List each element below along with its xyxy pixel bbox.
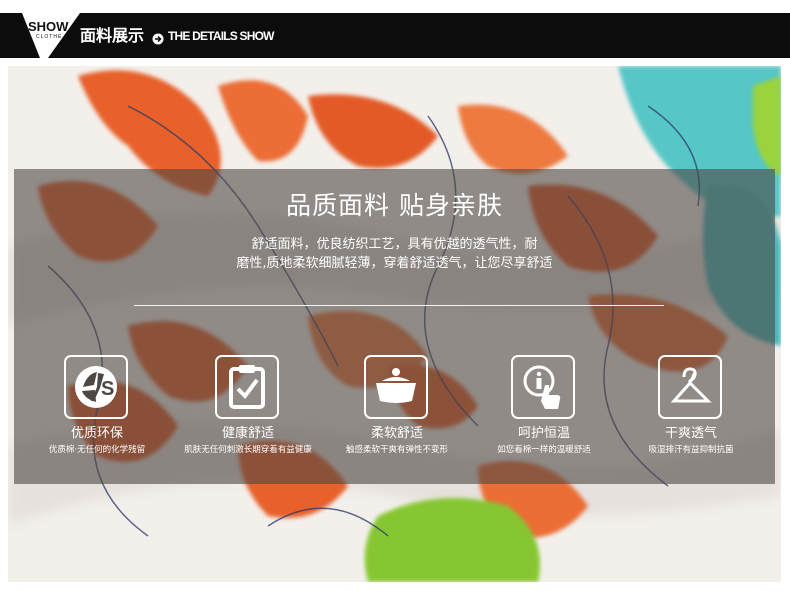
eco-leaf-icon: S xyxy=(64,355,128,419)
feature-eco-subtitle: 优质棉·无任何的化学残留 xyxy=(48,445,146,455)
feature-soft-title: 柔软舒适 xyxy=(370,426,423,441)
hand-info-icon xyxy=(511,355,575,419)
logo-badge: SHOW CLOTHE xyxy=(0,13,80,58)
feature-breathable-title: 干爽透气 xyxy=(664,426,717,441)
feature-breathable-subtitle: 吸湿排汗有益抑制抗菌 xyxy=(648,445,734,455)
panel-headline: 品质面料 贴身亲肤 xyxy=(286,191,503,220)
feature-warm-subtitle: 如您着棉一样的温暖舒适 xyxy=(497,445,591,455)
feature-breathable: 干爽透气 吸湿排汗有益抑制抗菌 xyxy=(621,355,761,465)
panel-description-line-2: 磨性,质地柔软细腻轻薄，穿着舒适透气，让您尽享舒适 xyxy=(236,256,553,271)
feature-health: 健康舒适 肌肤无任何刺激长期穿着有益健康 xyxy=(178,355,318,465)
circle-arrow-icon xyxy=(152,30,164,45)
feature-eco-title: 优质环保 xyxy=(70,426,123,441)
hanger-icon xyxy=(658,355,722,419)
feature-eco: S 优质环保 优质棉·无任何的化学残留 xyxy=(27,355,167,465)
feature-warm-title: 呵护恒温 xyxy=(517,426,570,441)
panel-divider xyxy=(134,305,664,306)
feature-health-title: 健康舒适 xyxy=(221,426,274,441)
clipboard-check-icon xyxy=(215,355,279,419)
panel-description-line-1: 舒适面料，优良纺织工艺，具有优越的透气性，耐 xyxy=(251,237,538,252)
feature-warm: 呵护恒温 如您着棉一样的温暖舒适 xyxy=(474,355,614,465)
header-bar: SHOW CLOTHE 面料展示 THE DETAILS SHOW xyxy=(0,13,790,58)
svg-text:S: S xyxy=(101,378,114,400)
info-panel: 品质面料 贴身亲肤 舒适面料，优良纺织工艺，具有优越的透气性，耐 磨性,质地柔软… xyxy=(14,169,775,484)
feature-soft: 柔软舒适 触感柔软干爽有弹性不变形 xyxy=(327,355,467,465)
logo-clothe-text: CLOTHE xyxy=(36,34,63,40)
feature-health-subtitle: 肌肤无任何刺激长期穿着有益健康 xyxy=(184,445,312,455)
section-subtitle: THE DETAILS SHOW xyxy=(168,29,274,43)
section-title: 面料展示 xyxy=(80,26,145,45)
soft-pot-icon xyxy=(364,355,428,419)
feature-soft-subtitle: 触感柔软干爽有弹性不变形 xyxy=(345,445,448,455)
logo-show-text: SHOW xyxy=(28,19,69,34)
